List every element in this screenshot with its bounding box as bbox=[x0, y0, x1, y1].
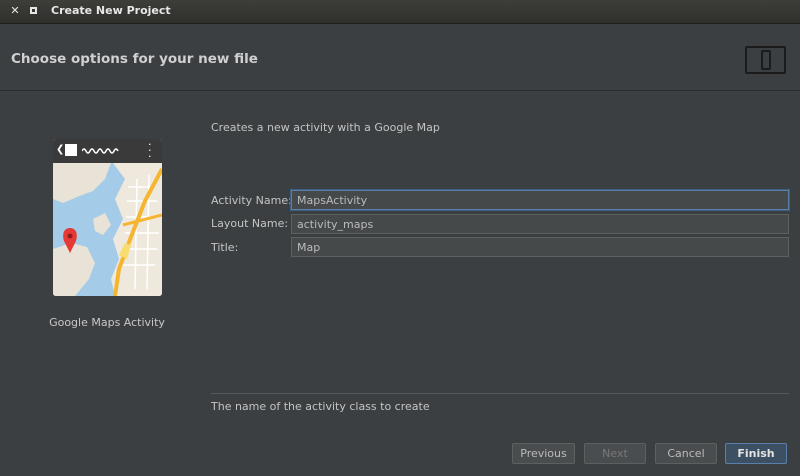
layout-name-label: Layout Name: bbox=[211, 217, 289, 230]
maximize-window-button[interactable] bbox=[26, 4, 40, 18]
device-icon bbox=[745, 46, 786, 74]
layout-name-input[interactable] bbox=[291, 214, 789, 234]
back-arrow-icon: ❮ bbox=[56, 144, 65, 155]
wizard-header: Choose options for your new file bbox=[0, 24, 800, 90]
title-label: Title: bbox=[211, 241, 239, 254]
template-name: Google Maps Activity bbox=[49, 316, 165, 329]
template-preview: ❮ · · · bbox=[53, 139, 162, 296]
header-divider bbox=[0, 90, 800, 91]
title-placeholder-icon bbox=[82, 148, 119, 154]
finish-button[interactable]: Finish bbox=[725, 443, 787, 464]
overflow-menu-icon: · · · bbox=[148, 139, 152, 163]
phone-icon bbox=[761, 50, 771, 70]
activity-name-input[interactable] bbox=[291, 190, 789, 210]
close-icon: ✕ bbox=[10, 4, 20, 17]
window-title: Create New Project bbox=[51, 4, 171, 17]
next-button[interactable]: Next bbox=[584, 443, 646, 464]
preview-action-bar: ❮ · · · bbox=[53, 139, 162, 163]
help-text: The name of the activity class to create bbox=[211, 400, 430, 413]
maximize-icon bbox=[29, 7, 37, 14]
help-divider bbox=[211, 393, 789, 394]
title-input[interactable] bbox=[291, 237, 789, 257]
page-title: Choose options for your new file bbox=[11, 51, 258, 67]
close-window-button[interactable]: ✕ bbox=[8, 4, 22, 18]
template-description: Creates a new activity with a Google Map bbox=[211, 121, 440, 134]
activity-name-label: Activity Name: bbox=[211, 194, 292, 207]
window-titlebar: ✕ Create New Project bbox=[0, 0, 800, 24]
cancel-button[interactable]: Cancel bbox=[655, 443, 717, 464]
app-icon bbox=[65, 144, 77, 156]
previous-button[interactable]: Previous bbox=[512, 443, 575, 464]
